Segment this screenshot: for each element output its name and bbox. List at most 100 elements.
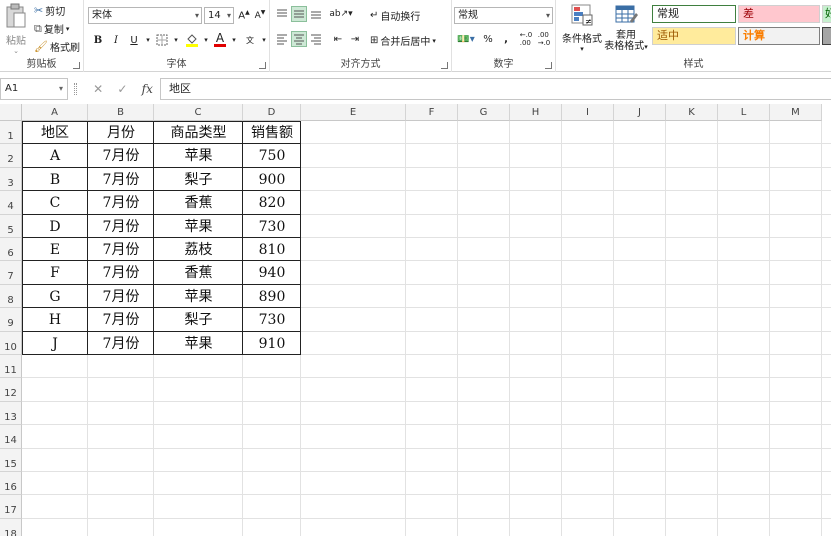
row-header-12[interactable]: 12 xyxy=(0,378,22,402)
row-header-6[interactable]: 6 xyxy=(0,238,22,262)
table-cell[interactable]: 梨子 xyxy=(154,168,243,191)
table-cell[interactable]: 苹果 xyxy=(154,285,243,308)
row-header-5[interactable]: 5 xyxy=(0,214,22,238)
row-header-8[interactable]: 8 xyxy=(0,284,22,309)
table-cell[interactable]: E xyxy=(22,238,88,261)
italic-button[interactable]: I xyxy=(108,32,124,48)
table-cell[interactable]: D xyxy=(22,215,88,238)
row-header-18[interactable]: 18 xyxy=(0,518,22,536)
align-top-button[interactable] xyxy=(274,6,290,22)
decrease-font-button[interactable]: A▼ xyxy=(252,7,268,23)
row-header-14[interactable]: 14 xyxy=(0,425,22,449)
header-cell[interactable]: 月份 xyxy=(88,121,154,144)
table-cell[interactable]: 苹果 xyxy=(154,215,243,238)
merge-dropdown-icon[interactable]: ▾ xyxy=(432,37,436,45)
table-cell[interactable]: 香蕉 xyxy=(154,191,243,214)
table-cell[interactable]: 苹果 xyxy=(154,144,243,167)
column-header-g[interactable]: G xyxy=(458,104,510,121)
row-header-13[interactable]: 13 xyxy=(0,401,22,426)
decrease-indent-button[interactable]: ⇤ xyxy=(330,31,346,47)
alignment-launcher-icon[interactable] xyxy=(441,62,448,69)
table-cell[interactable]: 7月份 xyxy=(88,332,154,355)
table-cell[interactable]: 7月份 xyxy=(88,215,154,238)
table-cell[interactable]: 7月份 xyxy=(88,308,154,331)
column-header-a[interactable]: A xyxy=(22,104,88,121)
table-cell[interactable]: 荔枝 xyxy=(154,238,243,261)
header-cell[interactable]: 商品类型 xyxy=(154,121,243,144)
formula-input[interactable]: 地区 xyxy=(160,78,831,100)
number-format-combo[interactable]: 常规 ▾ xyxy=(454,7,553,24)
style-bad[interactable]: 差 xyxy=(738,5,820,23)
table-cell[interactable]: 梨子 xyxy=(154,308,243,331)
column-header-k[interactable]: K xyxy=(666,104,718,121)
font-size-combo[interactable]: 14 ▾ xyxy=(204,7,234,24)
orientation-button[interactable]: ab↗▾ xyxy=(329,6,352,22)
increase-indent-button[interactable]: ⇥ xyxy=(347,31,363,47)
header-cell[interactable]: 地区 xyxy=(22,121,88,144)
paste-dropdown-icon[interactable]: ⌄ xyxy=(3,47,29,55)
row-header-7[interactable]: 7 xyxy=(0,261,22,285)
table-cell[interactable]: H xyxy=(22,308,88,331)
table-cell[interactable]: C xyxy=(22,191,88,214)
align-middle-button[interactable] xyxy=(291,6,307,22)
align-left-button[interactable] xyxy=(274,31,290,47)
name-box[interactable]: A1 ▾ xyxy=(0,78,68,100)
accounting-button[interactable]: 💵▾ xyxy=(455,31,477,47)
table-cell[interactable]: A xyxy=(22,144,88,167)
table-cell[interactable]: 7月份 xyxy=(88,238,154,261)
align-right-button[interactable] xyxy=(308,31,324,47)
style-good[interactable]: 好 xyxy=(822,5,831,23)
border-dropdown-icon[interactable]: ▾ xyxy=(168,32,184,48)
table-cell[interactable]: F xyxy=(22,261,88,284)
row-header-17[interactable]: 17 xyxy=(0,495,22,519)
table-cell[interactable]: 730 xyxy=(243,308,301,331)
column-header-d[interactable]: D xyxy=(243,104,301,121)
column-header-l[interactable]: L xyxy=(718,104,770,121)
row-header-3[interactable]: 3 xyxy=(0,167,22,192)
decrease-decimal-button[interactable]: .00 →.0 xyxy=(536,31,552,47)
clipboard-launcher-icon[interactable] xyxy=(73,62,80,69)
table-cell[interactable]: 820 xyxy=(243,191,301,214)
table-cell[interactable]: 7月份 xyxy=(88,261,154,284)
table-cell[interactable]: 910 xyxy=(243,332,301,355)
column-header-j[interactable]: J xyxy=(614,104,666,121)
table-cell[interactable]: 810 xyxy=(243,238,301,261)
column-header-f[interactable]: F xyxy=(406,104,458,121)
style-neutral[interactable]: 适中 xyxy=(652,27,736,45)
table-cell[interactable]: 750 xyxy=(243,144,301,167)
align-center-button[interactable] xyxy=(291,31,307,47)
increase-font-button[interactable]: A▲ xyxy=(236,7,252,23)
table-cell[interactable]: 7月份 xyxy=(88,144,154,167)
table-cell[interactable]: 730 xyxy=(243,215,301,238)
row-header-9[interactable]: 9 xyxy=(0,308,22,332)
increase-decimal-button[interactable]: ←.0.00 xyxy=(518,31,534,47)
cancel-icon[interactable]: ✕ xyxy=(93,82,103,96)
row-header-11[interactable]: 11 xyxy=(0,355,22,379)
number-launcher-icon[interactable] xyxy=(545,62,552,69)
table-cell[interactable]: 7月份 xyxy=(88,285,154,308)
table-cell[interactable]: 苹果 xyxy=(154,332,243,355)
format-as-table-button[interactable]: 套用 表格格式▾ xyxy=(604,3,648,53)
format-painter-button[interactable]: 🖌 格式刷 xyxy=(34,39,80,54)
table-cell[interactable]: 7月份 xyxy=(88,168,154,191)
table-cell[interactable]: B xyxy=(22,168,88,191)
header-cell[interactable]: 销售额 xyxy=(243,121,301,144)
style-check-cell[interactable] xyxy=(822,27,831,45)
column-header-i[interactable]: I xyxy=(562,104,614,121)
font-color-dropdown-icon[interactable]: ▾ xyxy=(226,32,242,48)
row-header-1[interactable]: 1 xyxy=(0,121,22,145)
column-header-e[interactable]: E xyxy=(301,104,406,121)
wrap-text-button[interactable]: ↵ 自动换行 xyxy=(370,8,420,23)
percent-button[interactable]: % xyxy=(480,31,496,47)
table-cell[interactable]: 香蕉 xyxy=(154,261,243,284)
table-cell[interactable]: 890 xyxy=(243,285,301,308)
style-normal[interactable]: 常规 xyxy=(652,5,736,23)
select-all-corner[interactable] xyxy=(0,104,22,121)
worksheet-grid[interactable]: A B C D E F G H I J K L M 1 2 3 4 5 6 7 8 9 10 11 12 13 14 15 16 17 18… xyxy=(0,104,831,536)
copy-button[interactable]: ⧉ 复制 ▾ xyxy=(34,21,70,37)
column-header-b[interactable]: B xyxy=(88,104,154,121)
comma-button[interactable]: , xyxy=(498,31,514,47)
align-bottom-button[interactable] xyxy=(308,6,324,22)
insert-function-button[interactable]: fx xyxy=(142,82,153,96)
copy-dropdown-icon[interactable]: ▾ xyxy=(66,25,70,33)
